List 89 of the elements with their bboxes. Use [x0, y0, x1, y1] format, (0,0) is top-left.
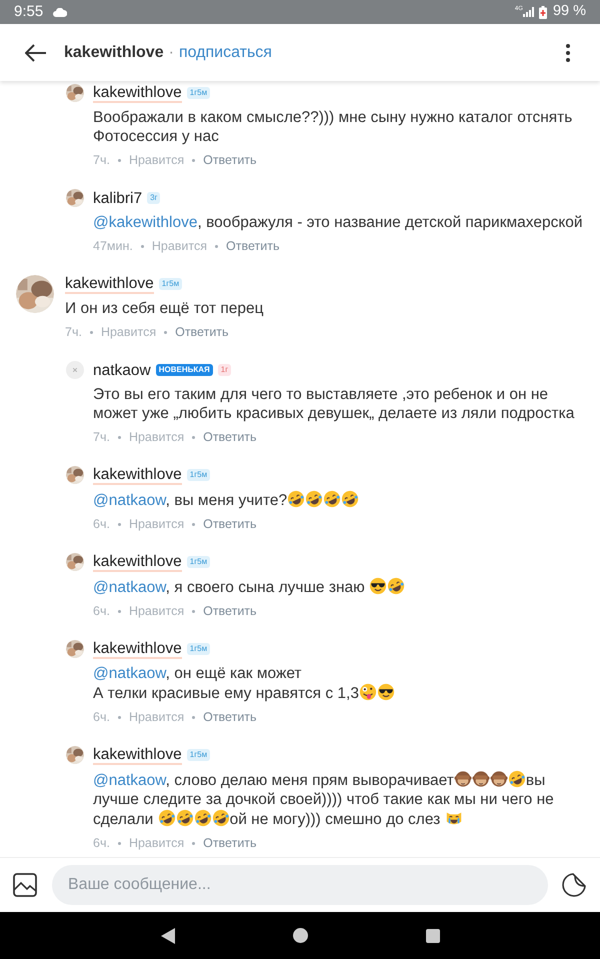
reply-button[interactable]: Ответить: [226, 236, 280, 256]
username[interactable]: kakewithlove: [93, 746, 182, 764]
comment-text: @natkaow, он ещё как может А телки красивые ему нравятся с 1,3: [93, 664, 586, 703]
monkey-emoji-icon: [454, 770, 472, 788]
tongue-emoji-icon: [358, 683, 377, 701]
tenure-badge: 1г5м: [186, 469, 210, 481]
username[interactable]: natkaow: [93, 360, 151, 380]
laughing-emoji-icon: [176, 809, 194, 827]
username[interactable]: kakewithlove: [93, 640, 182, 658]
tenure-badge: 1г5м: [186, 643, 210, 655]
comment-time: 6ч.: [93, 516, 110, 533]
signal-icon: [522, 7, 535, 17]
like-button[interactable]: Нравится: [152, 236, 208, 256]
reply-button[interactable]: Ответить: [203, 834, 257, 852]
mention-link[interactable]: @kakewithlove: [93, 214, 198, 231]
comment-text: Воображали в каком смысле??))) мне сыну нужно каталог отснять Фотосессия у нас: [93, 108, 574, 146]
mention-link[interactable]: @natkaow: [93, 665, 166, 682]
mention-link[interactable]: @natkaow: [93, 579, 166, 596]
comment-time: 6ч.: [93, 708, 110, 726]
comment-time: 7ч.: [65, 324, 82, 341]
sunglasses-emoji-icon: [376, 683, 395, 701]
message-field[interactable]: Ваше сообщение...: [52, 865, 548, 905]
cloud-icon: [53, 8, 68, 16]
like-button[interactable]: Нравится: [128, 514, 184, 534]
tenure-badge: 1г5м: [186, 87, 210, 99]
battery-icon: [538, 6, 547, 18]
reply-button[interactable]: Ответить: [203, 708, 257, 726]
subscribe-link[interactable]: подписаться: [178, 40, 272, 64]
comment-time: 6ч.: [93, 834, 110, 852]
comment-time: 47мин.: [93, 238, 133, 255]
page-title: kakewithlove: [64, 42, 164, 62]
clock: 9:55: [14, 2, 44, 22]
more-icon: [566, 44, 570, 62]
mention-link[interactable]: @natkaow: [93, 772, 166, 789]
comment-time: 7ч.: [93, 152, 110, 169]
laughing-emoji-icon: [194, 809, 212, 827]
comment-text: @natkaow, вы меня учите?: [93, 490, 586, 510]
tenure-badge: 1г5м: [186, 749, 210, 761]
newcomer-badge: НОВЕНЬКАЯ: [156, 364, 213, 376]
sticker-button[interactable]: [561, 872, 587, 898]
username[interactable]: kakewithlove: [93, 552, 182, 572]
laughing-emoji-icon: [305, 490, 324, 508]
home-circle-icon[interactable]: [292, 928, 308, 943]
comment-text: @natkaow, я своего сына лучше знаю: [93, 577, 586, 597]
tenure-badge: 3г: [147, 192, 160, 204]
comment-text: @natkaow, слово делаю меня прям выворачивает вы лучше следите за дочкой своей)))) чтоб такие как мы ни чего не сделали ой не могу))) смешно до слез: [93, 770, 555, 829]
comment-text: И он из себя ещё тот перец: [65, 299, 264, 318]
sticker-icon: [562, 873, 586, 897]
like-button[interactable]: Нравится: [128, 428, 184, 446]
like-button[interactable]: Нравится: [128, 150, 184, 170]
image-button[interactable]: [13, 872, 39, 898]
comment-text: Это вы его таким для чего то выставляете ,это ребенок и он не может уже „любить красивых девушек„ делаете из ляли подростка: [93, 385, 576, 423]
laughing-emoji-icon: [387, 577, 406, 595]
comment-time: 7ч.: [93, 428, 110, 446]
reply-button[interactable]: Ответить: [203, 150, 257, 170]
like-button[interactable]: Нравится: [128, 708, 184, 726]
username[interactable]: kakewithlove: [65, 274, 154, 294]
laughing-emoji-icon: [287, 490, 306, 508]
username[interactable]: kakewithlove: [93, 84, 182, 102]
comment-text: @kakewithlove, воображуля - это название детской парикмахерской: [93, 213, 584, 232]
recents-square-icon[interactable]: [426, 928, 440, 942]
reply-button[interactable]: Ответить: [203, 428, 257, 446]
tenure-badge: 1г5м: [158, 278, 182, 290]
separator-dot: ·: [168, 42, 174, 62]
like-button[interactable]: Нравится: [128, 834, 184, 852]
back-arrow-icon: [25, 44, 47, 62]
monkey-emoji-icon: [472, 770, 490, 788]
laughing-emoji-icon: [212, 809, 230, 827]
tenure-badge: 1г: [218, 364, 232, 376]
mention-link[interactable]: @natkaow: [93, 492, 166, 509]
laughing-emoji-icon: [341, 490, 360, 508]
laughing-emoji-icon: [323, 490, 342, 508]
tenure-badge: 1г5м: [186, 556, 210, 568]
username[interactable]: kalibri7: [93, 188, 142, 208]
monkey-emoji-icon: [490, 770, 508, 788]
back-triangle-icon[interactable]: [160, 928, 174, 944]
avatar-icon: [66, 361, 84, 379]
username[interactable]: kakewithlove: [93, 466, 182, 484]
like-button[interactable]: Нравится: [100, 322, 156, 342]
laughing-emoji-icon: [158, 809, 176, 827]
image-icon: [13, 873, 37, 897]
battery-level: 99 %: [552, 2, 586, 22]
sunglasses-emoji-icon: [369, 577, 388, 595]
like-button[interactable]: Нравится: [128, 602, 184, 620]
laughing-emoji-icon: [508, 770, 526, 788]
reply-button[interactable]: Ответить: [203, 514, 257, 534]
comment-time: 6ч.: [93, 602, 110, 620]
reply-button[interactable]: Ответить: [175, 322, 229, 342]
reply-button[interactable]: Ответить: [203, 602, 257, 620]
